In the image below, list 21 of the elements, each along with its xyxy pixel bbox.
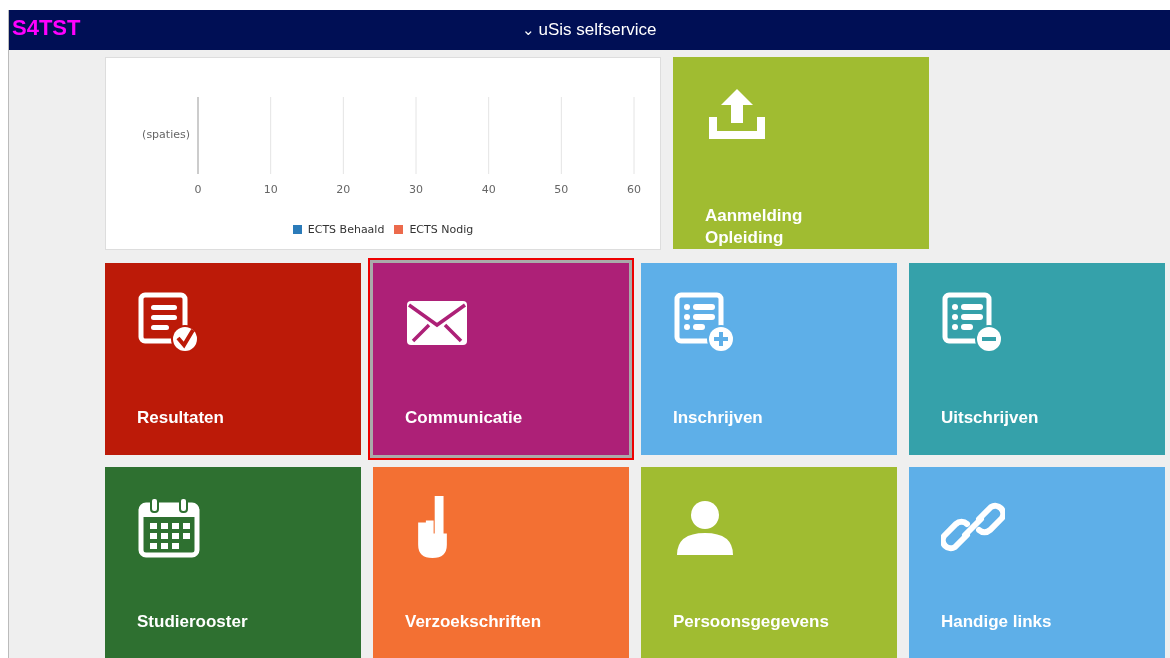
menu-tile[interactable]: Resultaten	[105, 263, 361, 455]
tick-label: 60	[627, 183, 641, 196]
menu-tile[interactable]: Uitschrijven	[909, 263, 1165, 455]
environment-label: S4TST	[12, 15, 81, 41]
legend-label: ECTS Behaald	[307, 223, 385, 236]
menu-tile[interactable]: Studierooster	[105, 467, 361, 658]
tick-label: 20	[336, 183, 351, 196]
menu-tile[interactable]: Handige links	[909, 467, 1165, 658]
app-menu-button[interactable]: ⌄ uSis selfservice	[518, 18, 661, 42]
tick-label: 10	[263, 183, 278, 196]
tick-label: 30	[409, 183, 423, 196]
menu-tile[interactable]: Aanmelding Opleiding	[673, 57, 929, 249]
menu-tile[interactable]: Inschrijven	[641, 263, 897, 455]
pointing-hand-icon	[417, 495, 448, 559]
menu-tile[interactable]: Persoonsgegevens	[641, 467, 897, 658]
legend-label: ECTS Nodig	[409, 223, 474, 236]
menu-tile[interactable]: Verzoekschriften	[373, 467, 629, 658]
tick-label: 40	[481, 183, 496, 196]
tick-label: 0	[194, 183, 202, 196]
tick-label: 50	[554, 183, 569, 196]
category-label: (spaties)	[142, 128, 190, 141]
